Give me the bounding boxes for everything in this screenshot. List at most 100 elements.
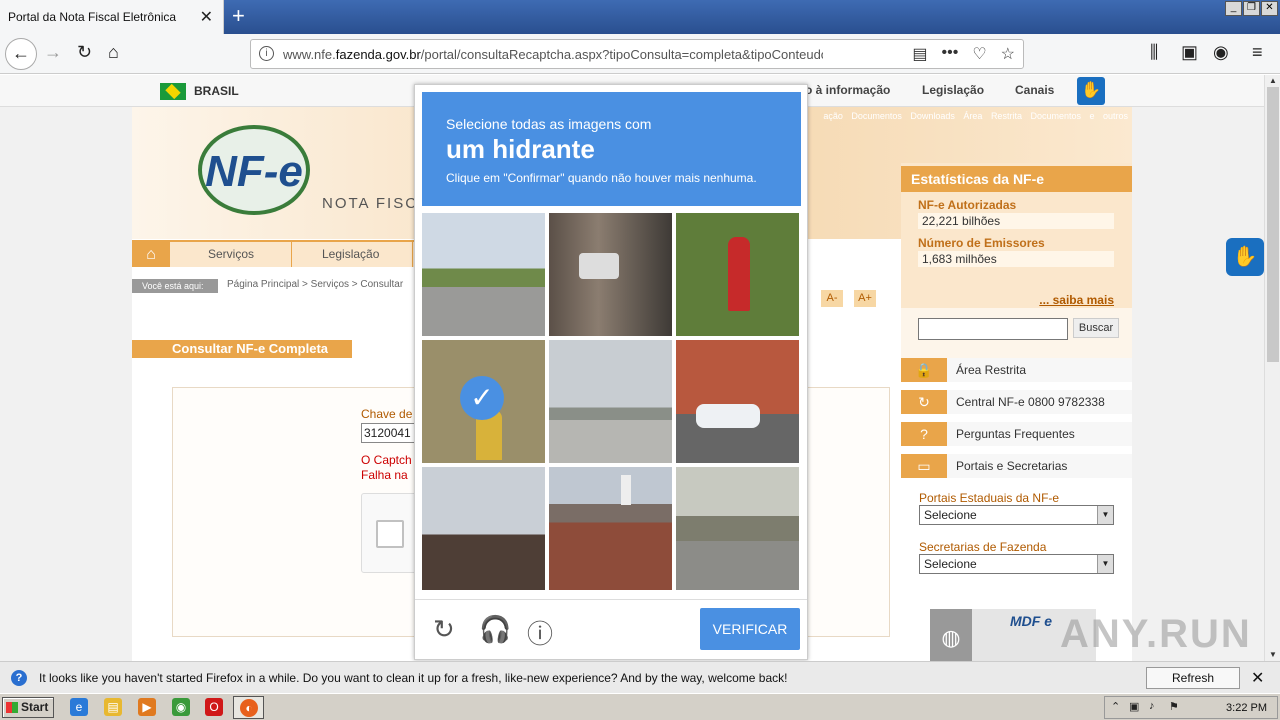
menu-home-icon[interactable]: ⌂ — [132, 242, 170, 267]
recaptcha-checkbox[interactable] — [376, 520, 404, 548]
window-icon: ▭ — [901, 454, 947, 478]
search-input[interactable] — [918, 318, 1068, 340]
header-links[interactable]: ação Documentos Downloads Área Restrita … — [823, 111, 1128, 121]
new-tab-icon[interactable]: + — [232, 3, 245, 29]
search-button[interactable]: Buscar — [1073, 318, 1119, 338]
restore-button[interactable]: ❐ — [1243, 1, 1260, 16]
reload-challenge-icon[interactable]: ↻ — [433, 614, 455, 645]
tile-brick-house[interactable] — [549, 467, 672, 590]
question-icon: ? — [11, 670, 27, 686]
back-icon[interactable]: ← — [5, 38, 37, 70]
network-icon[interactable]: ▣ — [1129, 700, 1139, 713]
tile-highway[interactable] — [549, 340, 672, 463]
gov-link-informacao[interactable]: o à informação — [805, 83, 890, 97]
tab-title: Portal da Nota Fiscal Eletrônica — [8, 10, 177, 24]
menu-icon[interactable]: ≡ — [1252, 42, 1263, 63]
info-icon[interactable]: ⓘ — [527, 614, 553, 651]
tile-street-corner[interactable] — [676, 467, 799, 590]
font-decrease-button[interactable]: A- — [821, 290, 843, 307]
tray-expand-icon[interactable]: ⌃ — [1111, 700, 1120, 713]
page-title: Consultar NF-e Completa — [132, 340, 352, 358]
minimize-button[interactable]: _ — [1225, 1, 1242, 16]
scroll-down-icon[interactable]: ▼ — [1267, 650, 1279, 660]
tile-bare-tree[interactable] — [422, 467, 545, 590]
opera-icon[interactable]: O — [205, 698, 223, 716]
menu-servicos[interactable]: Serviços — [208, 247, 254, 261]
challenge-instruction: Selecione todas as imagens com — [446, 116, 652, 132]
account-icon[interactable]: ◉ — [1213, 42, 1229, 63]
flag-icon[interactable]: ⚑ — [1169, 700, 1179, 713]
saiba-mais-link[interactable]: ... saiba mais — [1039, 293, 1114, 307]
accessibility-hand-icon[interactable]: ✋ — [1226, 238, 1264, 276]
firefox-taskbar-button[interactable]: ◐ — [233, 696, 264, 719]
close-notification-icon[interactable]: ✕ — [1251, 668, 1264, 688]
side-link-portais[interactable]: ▭ Portais e Secretarias — [901, 454, 1132, 478]
home-icon[interactable]: ⌂ — [108, 42, 119, 63]
clock[interactable]: 3:22 PM — [1226, 702, 1267, 714]
search-area: Buscar — [901, 308, 1132, 358]
stats-panel: Estatísticas da NF-e NF-e Autorizadas 22… — [901, 163, 1132, 308]
scroll-up-icon[interactable]: ▲ — [1267, 76, 1279, 86]
stats-autorizadas-label: NF-e Autorizadas — [918, 198, 1017, 212]
challenge-header: Selecione todas as imagens com um hidran… — [422, 92, 801, 206]
site-info-icon[interactable]: i — [259, 46, 274, 61]
volume-icon[interactable]: ♪ — [1149, 700, 1155, 712]
ie-icon[interactable]: e — [70, 698, 88, 716]
captcha-failure: Falha na — [361, 468, 408, 482]
captcha-error: O Captch — [361, 453, 412, 467]
sign-language-icon[interactable]: ✋ — [1077, 77, 1105, 105]
library-icon[interactable]: ⫼ — [1150, 42, 1158, 63]
chrome-icon[interactable]: ◉ — [172, 698, 190, 716]
window-controls: _ ❐ ✕ — [1225, 1, 1278, 16]
chave-label: Chave de — [361, 407, 413, 421]
menu-legislacao[interactable]: Legislação — [322, 247, 379, 261]
tile-building-car[interactable] — [676, 340, 799, 463]
url-text: www.nfe.fazenda.gov.br/portal/consultaRe… — [283, 47, 823, 62]
brasil-link[interactable]: BRASIL — [194, 84, 239, 98]
lock-icon: 🔒 — [901, 358, 947, 382]
tile-gate-car[interactable] — [549, 213, 672, 336]
explorer-icon[interactable]: ▤ — [104, 698, 122, 716]
page-actions-icon[interactable]: ••• — [942, 44, 959, 64]
font-increase-button[interactable]: A+ — [854, 290, 876, 307]
media-player-icon[interactable]: ▶ — [138, 698, 156, 716]
stats-emissores-value: 1,683 milhões — [918, 251, 1114, 267]
nfe-logo[interactable]: NF-e — [198, 125, 310, 215]
tile-street-trees[interactable] — [422, 213, 545, 336]
estaduais-select[interactable]: Selecione ▼ — [919, 505, 1114, 525]
forward-icon[interactable]: → — [44, 42, 62, 63]
refresh-firefox-button[interactable]: Refresh Firefox… — [1146, 667, 1240, 705]
breadcrumb[interactable]: Página Principal > Serviços > Consultar — [227, 279, 403, 290]
verify-button[interactable]: VERIFICAR — [700, 608, 800, 650]
start-button[interactable]: Start — [2, 697, 54, 718]
side-link-label: Área Restrita — [956, 363, 1027, 377]
url-bar[interactable]: i www.nfe.fazenda.gov.br/portal/consulta… — [250, 39, 1024, 69]
side-link-central[interactable]: ↻ Central NF-e 0800 9782338 — [901, 390, 1132, 414]
reload-icon[interactable]: ↻ — [77, 42, 92, 63]
close-tab-icon[interactable]: ✕ — [200, 7, 213, 27]
breadcrumb-label: Você está aqui: — [132, 279, 218, 293]
audio-challenge-icon[interactable]: 🎧 — [479, 614, 511, 645]
sidebar-icon[interactable]: ▣ — [1181, 42, 1198, 63]
scroll-thumb[interactable] — [1267, 87, 1279, 362]
chevron-down-icon: ▼ — [1097, 555, 1113, 573]
gov-link-canais[interactable]: Canais — [1015, 83, 1054, 97]
tile-red-hydrant[interactable] — [676, 213, 799, 336]
pocket-icon[interactable]: ♡ — [972, 44, 986, 64]
estaduais-label: Portais Estaduais da NF-e — [919, 491, 1060, 505]
fazenda-select[interactable]: Selecione ▼ — [919, 554, 1114, 574]
brazil-flag-icon — [160, 83, 186, 100]
browser-tab[interactable]: Portal da Nota Fiscal Eletrônica ✕ — [0, 0, 224, 34]
bookmark-star-icon[interactable]: ☆ — [1001, 44, 1015, 64]
mdfe-label: MDF e — [1010, 613, 1052, 629]
page-scrollbar[interactable]: ▲ ▼ — [1264, 75, 1280, 661]
side-link-faq[interactable]: ? Perguntas Frequentes — [901, 422, 1132, 446]
tile-yellow-hydrant[interactable]: ✓ — [422, 340, 545, 463]
side-link-area-restrita[interactable]: 🔒 Área Restrita — [901, 358, 1132, 382]
side-link-label: Perguntas Frequentes — [956, 427, 1075, 441]
stats-emissores-label: Número de Emissores — [918, 236, 1045, 250]
close-window-button[interactable]: ✕ — [1261, 1, 1278, 16]
gov-link-legislacao[interactable]: Legislação — [922, 83, 984, 97]
firefox-notification-bar: ? It looks like you haven't started Fire… — [0, 661, 1280, 705]
reader-view-icon[interactable]: ▤ — [912, 44, 927, 64]
